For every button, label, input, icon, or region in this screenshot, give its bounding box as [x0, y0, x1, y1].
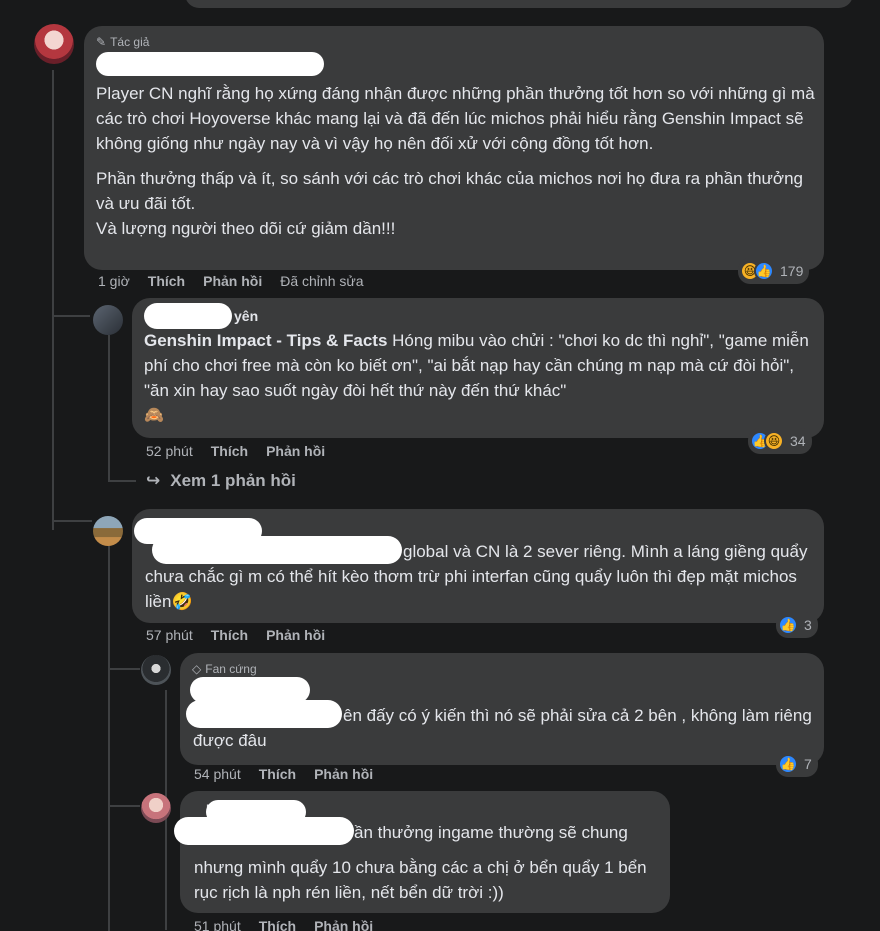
- avatar[interactable]: [93, 305, 123, 335]
- thread-line: [108, 545, 110, 931]
- comment-text: ần thưởng ingame thường sẽ chung: [354, 820, 674, 845]
- author-badge: ✎ Tác giả: [96, 35, 150, 49]
- redacted-mention: [174, 817, 354, 845]
- comment-bubble: yên Genshin Impact - Tips & Facts Hóng m…: [132, 298, 824, 438]
- comment-text: Player CN nghĩ rằng họ xứng đáng nhận đư…: [96, 81, 816, 241]
- monkey-emoji: 🙈: [144, 407, 164, 424]
- like-button[interactable]: Thích: [211, 443, 248, 459]
- reaction-summary[interactable]: 😆 👍 179: [738, 258, 810, 284]
- mention-link[interactable]: Genshin Impact - Tips & Facts: [144, 331, 387, 350]
- reaction-count: 7: [804, 756, 812, 772]
- thread-line: [108, 668, 140, 670]
- thread-line: [52, 520, 92, 522]
- avatar[interactable]: [141, 655, 171, 685]
- reply-button[interactable]: Phản hồi: [314, 766, 373, 782]
- comment-text: nhưng mình quẩy 10 chưa bằng các a chị ở…: [194, 855, 664, 905]
- thread-line: [108, 805, 140, 807]
- like-button[interactable]: Thích: [211, 627, 248, 643]
- author-name-suffix[interactable]: yên: [234, 308, 258, 324]
- reaction-count: 179: [780, 263, 804, 279]
- like-icon: 👍: [778, 615, 798, 635]
- comment-actions: 57 phút Thích Phản hồi: [146, 627, 325, 643]
- edited-label: Đã chỉnh sửa: [280, 273, 364, 289]
- comment-body-line2: nhưng mình quẩy 10 chưa bằng các a chị ở…: [194, 858, 647, 902]
- comment-paragraph: Player CN nghĩ rằng họ xứng đáng nhận đư…: [96, 84, 815, 153]
- thread-line: [108, 480, 136, 482]
- diamond-icon: ◇: [192, 662, 202, 676]
- redacted-author-name: [144, 303, 232, 329]
- comment-bubble: ✎ Tác giả Player CN nghĩ rằng họ xứng đá…: [84, 26, 824, 270]
- timestamp[interactable]: 57 phút: [146, 627, 193, 643]
- like-icon: 👍: [778, 754, 798, 774]
- pencil-icon: ✎: [96, 35, 107, 49]
- redacted-author-name: [96, 52, 324, 76]
- comment-text: Genshin Impact - Tips & Facts Hóng mibu …: [144, 328, 814, 428]
- avatar[interactable]: [34, 24, 74, 64]
- thread-line: [52, 315, 90, 317]
- comment-actions: 1 giờ Thích Phản hồi Đã chỉnh sửa: [98, 273, 364, 289]
- comment-actions: 54 phút Thích Phản hồi: [194, 766, 373, 782]
- reaction-summary[interactable]: 👍 😆 34: [748, 428, 812, 454]
- view-replies-label: Xem 1 phản hồi: [170, 471, 296, 490]
- comment-actions: 52 phút Thích Phản hồi: [146, 443, 325, 459]
- avatar[interactable]: [141, 793, 171, 823]
- reaction-count: 3: [804, 617, 812, 633]
- comment-body-line1: ần thưởng ingame thường sẽ chung: [354, 823, 628, 842]
- like-button[interactable]: Thích: [148, 273, 185, 289]
- previous-comment-bubble: [185, 0, 853, 8]
- comment-actions: 51 phút Thích Phản hồi: [194, 918, 373, 931]
- like-icon: 👍: [754, 261, 774, 281]
- view-replies-link[interactable]: ↪ Xem 1 phản hồi: [146, 471, 296, 491]
- timestamp[interactable]: 1 giờ: [98, 273, 130, 289]
- timestamp[interactable]: 52 phút: [146, 443, 193, 459]
- fan-badge: ◇ Fan cứng: [192, 662, 257, 676]
- comment-text: ên đấy có ý kiến thì nó sẽ phải sửa cả 2…: [193, 703, 813, 753]
- reply-button[interactable]: Phản hồi: [314, 918, 373, 931]
- reply-arrow-icon: ↪: [146, 471, 161, 490]
- haha-icon: 😆: [764, 431, 784, 451]
- reply-button[interactable]: Phản hồi: [266, 443, 325, 459]
- reply-button[interactable]: Phản hồi: [266, 627, 325, 643]
- comment-paragraph: Phần thưởng thấp và ít, so sánh với các …: [96, 169, 803, 238]
- avatar[interactable]: [93, 516, 123, 546]
- reaction-summary[interactable]: 👍 7: [776, 751, 818, 777]
- comment-body: global và CN là 2 sever riêng. Mình a lá…: [145, 542, 808, 611]
- reaction-summary[interactable]: 👍 3: [776, 612, 818, 638]
- timestamp[interactable]: 51 phút: [194, 918, 241, 931]
- like-button[interactable]: Thích: [259, 766, 296, 782]
- thread-line: [52, 70, 54, 530]
- comment-text: global và CN là 2 sever riêng. Mình a lá…: [145, 539, 815, 614]
- timestamp[interactable]: 54 phút: [194, 766, 241, 782]
- reaction-count: 34: [790, 433, 806, 449]
- reply-button[interactable]: Phản hồi: [203, 273, 262, 289]
- comment-body: ên đấy có ý kiến thì nó sẽ phải sửa cả 2…: [193, 706, 812, 750]
- like-button[interactable]: Thích: [259, 918, 296, 931]
- thread-line: [108, 335, 110, 480]
